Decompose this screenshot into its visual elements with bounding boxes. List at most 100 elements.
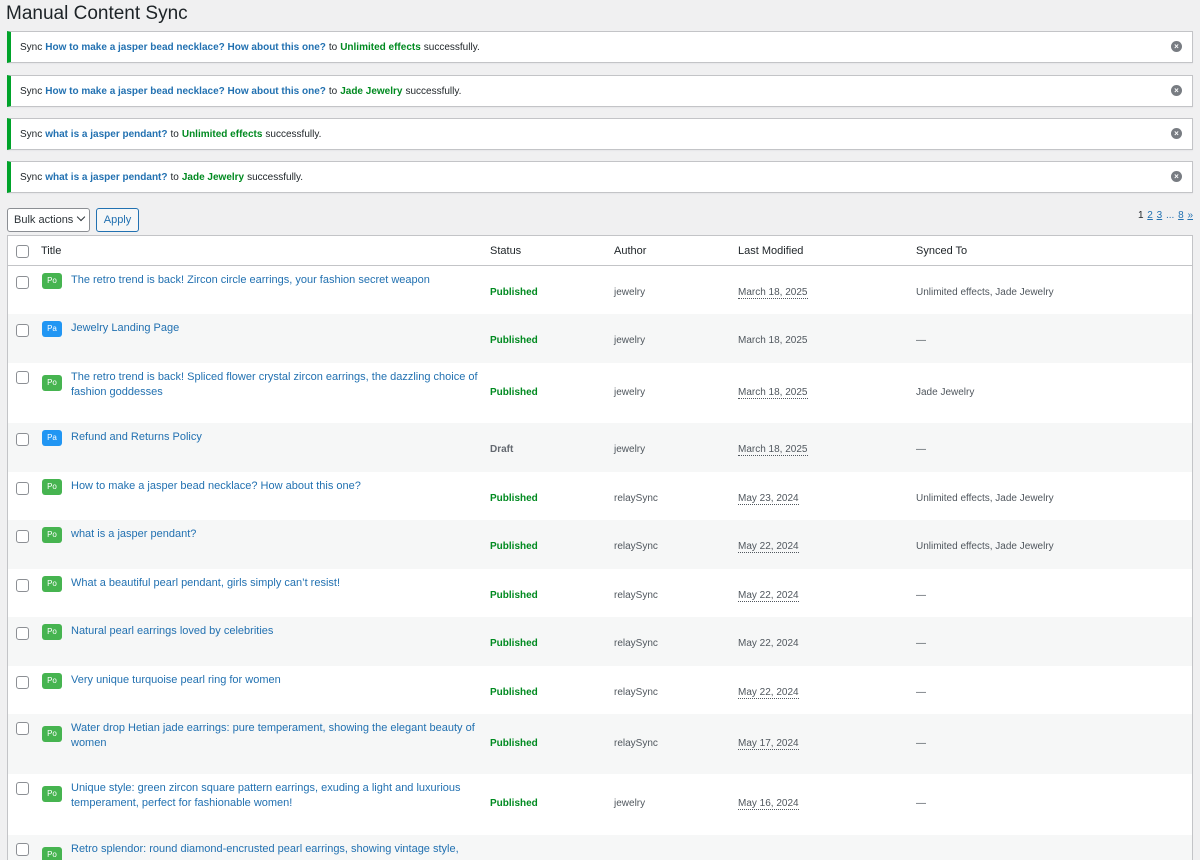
status-label: Published bbox=[490, 541, 538, 552]
status-label: Published bbox=[490, 387, 538, 398]
post-title-link[interactable]: what is a jasper pendant? bbox=[71, 527, 483, 542]
last-modified-date: March 18, 2025 bbox=[738, 287, 808, 299]
post-type-badge: Po bbox=[42, 273, 62, 289]
author-name: jewelry bbox=[614, 798, 646, 809]
table-header: Title Status Author Last Modified Synced… bbox=[8, 236, 1192, 266]
pagination-ellipsis: ... bbox=[1165, 210, 1175, 221]
synced-to-sites: Unlimited effects, Jade Jewelry bbox=[916, 493, 1054, 504]
notice-suffix: successfully. bbox=[405, 85, 462, 97]
row-checkbox[interactable] bbox=[16, 276, 29, 289]
row-checkbox[interactable] bbox=[16, 433, 29, 446]
post-title-link[interactable]: Water drop Hetian jade earrings: pure te… bbox=[71, 721, 483, 751]
last-modified-date: May 16, 2024 bbox=[738, 798, 799, 810]
post-type-badge: Po bbox=[42, 726, 62, 742]
post-title-link[interactable]: How to make a jasper bead necklace? How … bbox=[71, 479, 483, 494]
synced-to-sites: — bbox=[916, 590, 926, 601]
status-label: Published bbox=[490, 335, 538, 346]
apply-button[interactable]: Apply bbox=[96, 208, 139, 232]
notice-to: to bbox=[170, 128, 179, 140]
author-name: relaySync bbox=[614, 638, 658, 649]
sync-notice: Sync what is a jasper pendant? to Jade Jewe… bbox=[7, 161, 1193, 193]
row-checkbox[interactable] bbox=[16, 579, 29, 592]
notice-post-link[interactable]: what is a jasper pendant? bbox=[45, 129, 167, 140]
row-checkbox[interactable] bbox=[16, 371, 29, 384]
column-author[interactable]: Author bbox=[614, 245, 646, 257]
table-row: Po Very unique turquoise pearl ring for w… bbox=[8, 666, 1192, 714]
status-label: Published bbox=[490, 687, 538, 698]
notice-to: to bbox=[170, 171, 179, 183]
column-synced-to[interactable]: Synced To bbox=[916, 245, 967, 257]
notice-post-link[interactable]: How to make a jasper bead necklace? How … bbox=[45, 86, 326, 97]
row-checkbox[interactable] bbox=[16, 324, 29, 337]
row-checkbox[interactable] bbox=[16, 530, 29, 543]
last-modified-date: May 22, 2024 bbox=[738, 638, 799, 649]
synced-to-sites: — bbox=[916, 687, 926, 698]
select-all-checkbox[interactable] bbox=[16, 245, 29, 258]
last-modified-date: March 18, 2025 bbox=[738, 387, 808, 399]
notice-site-link[interactable]: Jade Jewelry bbox=[340, 86, 402, 97]
post-title-link[interactable]: Refund and Returns Policy bbox=[71, 430, 483, 445]
bulk-actions-label: Bulk actions bbox=[14, 214, 74, 226]
post-title-link[interactable]: Very unique turquoise pearl ring for wom… bbox=[71, 673, 483, 688]
post-title-link[interactable]: Unique style: green zircon square patter… bbox=[71, 781, 483, 811]
author-name: jewelry bbox=[614, 287, 646, 298]
notice-suffix: successfully. bbox=[423, 41, 480, 53]
page-2-link[interactable]: 2 bbox=[1147, 210, 1153, 221]
notice-post-link[interactable]: How to make a jasper bead necklace? How … bbox=[45, 42, 326, 53]
notice-suffix: successfully. bbox=[265, 128, 322, 140]
dismiss-icon[interactable]: × bbox=[1171, 128, 1182, 139]
notice-site-link[interactable]: Jade Jewelry bbox=[182, 172, 244, 183]
row-checkbox[interactable] bbox=[16, 627, 29, 640]
synced-to-sites: — bbox=[916, 444, 926, 455]
column-status[interactable]: Status bbox=[490, 245, 521, 257]
author-name: jewelry bbox=[614, 444, 646, 455]
row-checkbox[interactable] bbox=[16, 722, 29, 735]
synced-to-sites: — bbox=[916, 638, 926, 649]
row-checkbox[interactable] bbox=[16, 782, 29, 795]
last-modified-date: May 23, 2024 bbox=[738, 493, 799, 505]
table-row: Po What a beautiful pearl pendant, girls … bbox=[8, 569, 1192, 617]
bulk-actions-select[interactable]: Bulk actions bbox=[7, 208, 90, 232]
dismiss-icon[interactable]: × bbox=[1171, 85, 1182, 96]
table-row: Po The retro trend is back! Spliced flowe… bbox=[8, 363, 1192, 423]
notice-site-link[interactable]: Unlimited effects bbox=[340, 42, 421, 53]
page-type-badge: Pa bbox=[42, 430, 62, 446]
table-row: Po what is a jasper pendant? Published rela… bbox=[8, 520, 1192, 569]
synced-to-sites: Jade Jewelry bbox=[916, 387, 975, 398]
notice-post-link[interactable]: what is a jasper pendant? bbox=[45, 172, 167, 183]
status-label: Published bbox=[490, 287, 538, 298]
author-name: relaySync bbox=[614, 687, 658, 698]
status-label: Published bbox=[490, 638, 538, 649]
post-title-link[interactable]: The retro trend is back! Zircon circle e… bbox=[71, 273, 483, 288]
post-title-link[interactable]: Natural pearl earrings loved by celebrit… bbox=[71, 624, 483, 639]
post-title-link[interactable]: Retro splendor: round diamond-encrusted … bbox=[71, 842, 483, 857]
author-name: relaySync bbox=[614, 493, 658, 504]
notice-suffix: successfully. bbox=[247, 171, 304, 183]
table-row: Po Unique style: green zircon square patt… bbox=[8, 774, 1192, 835]
next-page-link[interactable]: » bbox=[1187, 210, 1193, 221]
dismiss-icon[interactable]: × bbox=[1171, 41, 1182, 52]
page-8-link[interactable]: 8 bbox=[1178, 210, 1184, 221]
row-checkbox[interactable] bbox=[16, 482, 29, 495]
column-last-modified[interactable]: Last Modified bbox=[738, 245, 803, 257]
sync-notice: Sync How to make a jasper bead necklace? … bbox=[7, 31, 1193, 63]
last-modified-date: May 22, 2024 bbox=[738, 541, 799, 553]
post-title-link[interactable]: The retro trend is back! Spliced flower … bbox=[71, 370, 483, 400]
page-3-link[interactable]: 3 bbox=[1157, 210, 1163, 221]
status-label: Published bbox=[490, 590, 538, 601]
notice-site-link[interactable]: Unlimited effects bbox=[182, 129, 263, 140]
last-modified-date: March 18, 2025 bbox=[738, 335, 808, 346]
author-name: jewelry bbox=[614, 387, 646, 398]
column-title[interactable]: Title bbox=[41, 245, 61, 257]
row-checkbox[interactable] bbox=[16, 843, 29, 856]
chevron-down-icon bbox=[76, 212, 86, 222]
post-type-badge: Po bbox=[42, 479, 62, 495]
post-type-badge: Po bbox=[42, 847, 62, 860]
post-title-link[interactable]: Jewelry Landing Page bbox=[71, 321, 483, 336]
synced-to-sites: — bbox=[916, 738, 926, 749]
dismiss-icon[interactable]: × bbox=[1171, 171, 1182, 182]
page-title: Manual Content Sync bbox=[6, 3, 188, 24]
sync-notice: Sync what is a jasper pendant? to Unlimited… bbox=[7, 118, 1193, 150]
post-title-link[interactable]: What a beautiful pearl pendant, girls si… bbox=[71, 576, 483, 591]
row-checkbox[interactable] bbox=[16, 676, 29, 689]
